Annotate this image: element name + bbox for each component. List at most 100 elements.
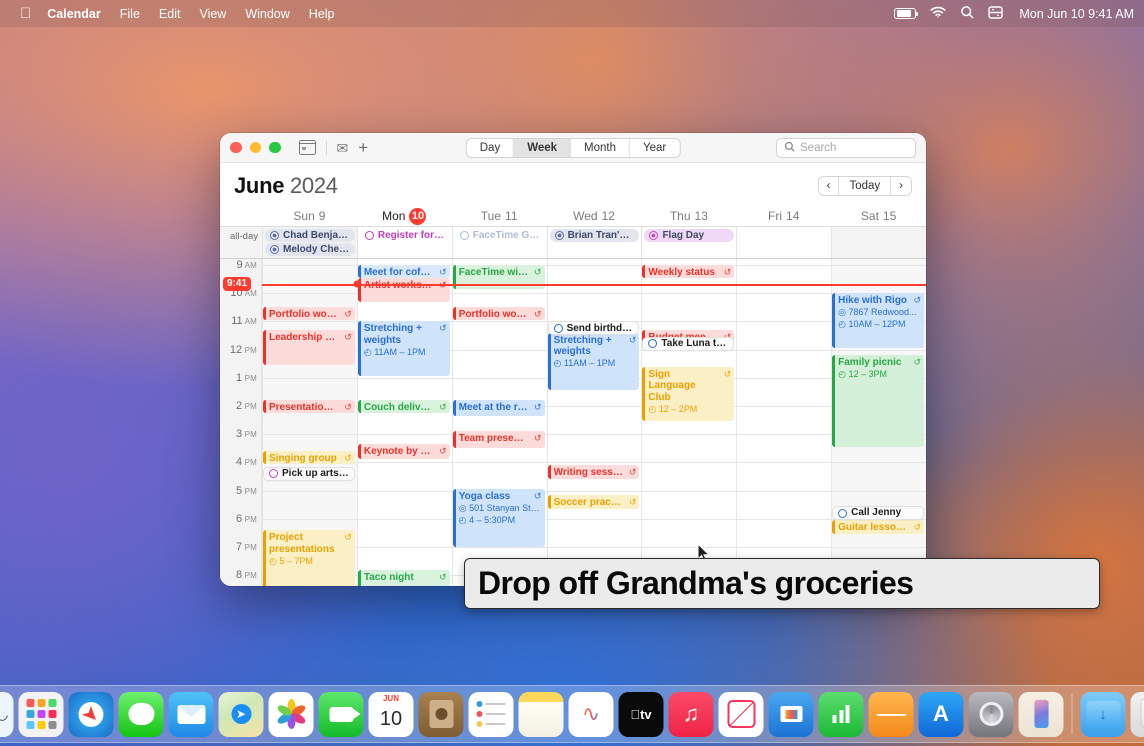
dock-item-downloads-folder[interactable]: ↓	[1081, 692, 1126, 737]
menu-item-view[interactable]: View	[199, 7, 226, 21]
calendar-event[interactable]: Meet for coffee↺	[358, 265, 450, 278]
menu-item-edit[interactable]: Edit	[159, 7, 181, 21]
all-day-event[interactable]: Flag Day	[644, 229, 734, 242]
menu-item-window[interactable]: Window	[245, 7, 289, 21]
dock-item-photos[interactable]	[269, 692, 314, 737]
dock-item-music[interactable]: ♫	[669, 692, 714, 737]
calendar-event[interactable]: Hike with Rigo◎7867 Redwood...◴10AM – 12…	[832, 293, 924, 348]
task-circle-icon[interactable]	[648, 339, 657, 348]
tab-year[interactable]: Year	[630, 139, 679, 157]
all-day-cell[interactable]: Register for sa...	[357, 227, 452, 258]
day-column-thu[interactable]	[641, 259, 736, 586]
calendar-event[interactable]: Couch delivery↺	[358, 400, 450, 413]
calendar-task[interactable]: Take Luna to th...	[642, 337, 734, 351]
all-day-cell[interactable]: Brian Tran's Bir...	[547, 227, 642, 258]
all-day-cell[interactable]: Chad Benjamin...Melody Cheun...	[262, 227, 357, 258]
all-day-cell[interactable]: Flag Day	[641, 227, 736, 258]
dock-item-keynote[interactable]	[769, 692, 814, 737]
calendar-event[interactable]: Sign Language Club◴12 – 2PM↺	[642, 367, 734, 422]
all-day-event[interactable]: Brian Tran's Bir...	[550, 229, 640, 242]
next-week-button[interactable]: ›	[891, 177, 911, 195]
menu-item-calendar[interactable]: Calendar	[47, 7, 101, 21]
day-header-wed[interactable]: Wed12	[547, 206, 642, 226]
task-circle-icon[interactable]	[838, 509, 847, 518]
calendar-task[interactable]: Send birthday...	[548, 321, 640, 335]
day-column-wed[interactable]	[547, 259, 642, 586]
dock-item-maps[interactable]: ➤	[219, 692, 264, 737]
menu-item-file[interactable]: File	[120, 7, 140, 21]
dock-item-reminders[interactable]	[469, 692, 514, 737]
calendar-event[interactable]: Stretching + weights◴11AM – 1PM↺	[358, 321, 450, 376]
dock-item-settings[interactable]	[969, 692, 1014, 737]
control-center-icon[interactable]	[988, 6, 1003, 22]
prev-week-button[interactable]: ‹	[819, 177, 840, 195]
dock-item-launchpad[interactable]	[19, 692, 64, 737]
calendar-event[interactable]: Soccer practice↺	[548, 495, 640, 509]
day-header-mon[interactable]: Mon10	[357, 206, 452, 226]
all-day-event[interactable]: Register for sa...	[360, 229, 450, 242]
calendar-event[interactable]: Taco night↺	[358, 570, 450, 586]
calendar-event[interactable]: Keynote by Ja...↺	[358, 444, 450, 459]
dock-item-news[interactable]	[719, 692, 764, 737]
calendar-event[interactable]: Portfolio work...↺	[263, 307, 355, 320]
dock-item-appstore[interactable]: A	[919, 692, 964, 737]
day-header-thu[interactable]: Thu13	[641, 206, 736, 226]
tab-day[interactable]: Day	[467, 139, 514, 157]
all-day-cell[interactable]	[831, 227, 926, 258]
dock-item-pages[interactable]	[869, 692, 914, 737]
tab-month[interactable]: Month	[571, 139, 630, 157]
dock-item-mail[interactable]	[169, 692, 214, 737]
task-circle-icon[interactable]	[554, 324, 563, 333]
maximize-button[interactable]	[269, 142, 281, 154]
dock-item-contacts[interactable]	[419, 692, 464, 737]
dock-item-messages[interactable]	[119, 692, 164, 737]
calendar-event[interactable]: Singing group↺	[263, 451, 355, 464]
all-day-cell[interactable]: FaceTime Gran...	[452, 227, 547, 258]
day-header-sun[interactable]: Sun9	[262, 206, 357, 226]
today-button[interactable]: Today	[839, 177, 891, 195]
dock-item-iphone-mirroring[interactable]	[1019, 692, 1064, 737]
week-grid[interactable]: 9 AM10 AM11 AM12 PM1 PM2 PM3 PM4 PM5 PM6…	[220, 259, 926, 586]
calendar-event[interactable]: Weekly status↺	[642, 265, 734, 278]
close-button[interactable]	[230, 142, 242, 154]
all-day-event[interactable]: FaceTime Gran...	[455, 229, 545, 242]
task-circle-icon[interactable]	[269, 469, 278, 478]
minimize-button[interactable]	[250, 142, 262, 154]
calendar-event[interactable]: Presentation p...↺	[263, 400, 355, 413]
calendar-event[interactable]: Stretching + weights◴11AM – 1PM↺	[548, 333, 640, 391]
dock-item-facetime[interactable]	[319, 692, 364, 737]
wifi-icon[interactable]	[930, 6, 946, 21]
calendar-task[interactable]: Call Jenny	[832, 506, 924, 520]
dock-item-trash[interactable]	[1131, 692, 1144, 737]
all-day-cell[interactable]	[736, 227, 831, 258]
dock-item-freeform[interactable]: ∿	[569, 692, 614, 737]
calendar-event[interactable]: Portfolio work...↺	[453, 307, 545, 320]
calendar-event[interactable]: Meet at the res...↺	[453, 400, 545, 415]
calendar-event[interactable]: Leadership skil...↺	[263, 330, 355, 365]
menu-bar-clock[interactable]: Mon Jun 10 9:41 AM	[1019, 7, 1134, 21]
calendar-event[interactable]: Writing sessio...↺	[548, 465, 640, 479]
menu-item-help[interactable]: Help	[309, 7, 335, 21]
day-column-mon[interactable]	[357, 259, 452, 586]
day-column-fri[interactable]	[736, 259, 831, 586]
inbox-icon[interactable]: ✉	[337, 141, 349, 155]
day-header-tue[interactable]: Tue11	[452, 206, 547, 226]
day-header-fri[interactable]: Fri14	[736, 206, 831, 226]
dock-item-appletv[interactable]: tv	[619, 692, 664, 737]
calendar-icon[interactable]	[299, 140, 316, 155]
calendar-task[interactable]: Pick up arts &...	[263, 467, 355, 481]
battery-icon[interactable]	[894, 8, 916, 19]
calendar-event[interactable]: Family picnic◴12 – 3PM↺	[832, 355, 924, 447]
dock-item-numbers[interactable]	[819, 692, 864, 737]
calendar-event[interactable]: Team presenta...↺	[453, 431, 545, 448]
dock-item-calendar[interactable]: JUN10	[369, 692, 414, 737]
search-field[interactable]: Search	[776, 138, 916, 158]
dock-item-notes[interactable]	[519, 692, 564, 737]
dock-item-safari[interactable]: ➤	[69, 692, 114, 737]
calendar-event[interactable]: Guitar lessons...↺	[832, 520, 924, 534]
day-header-sat[interactable]: Sat15	[831, 206, 926, 226]
apple-logo-icon[interactable]: 	[20, 6, 31, 21]
calendar-event[interactable]: Project presentations◴5 – 7PM↺	[263, 530, 355, 586]
all-day-event[interactable]: Melody Cheun...	[265, 243, 355, 256]
tab-week[interactable]: Week	[514, 139, 571, 157]
